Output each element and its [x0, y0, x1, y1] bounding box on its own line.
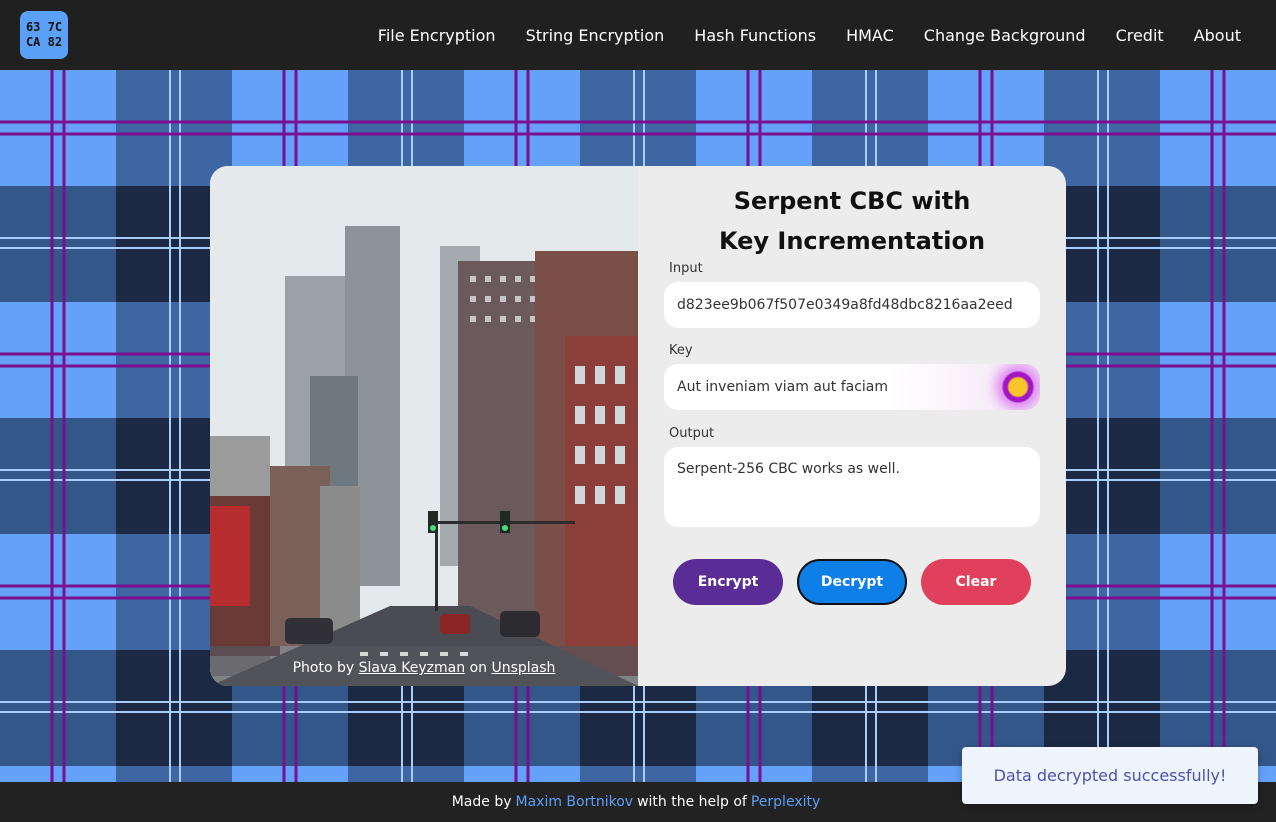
encryption-form: Serpent CBC with Key Incrementation Inpu… [638, 166, 1066, 686]
unsplash-link[interactable]: Unsplash [491, 660, 555, 676]
action-buttons: Encrypt Decrypt Clear [673, 559, 1031, 605]
footer-prefix: Made by [451, 794, 512, 810]
input-field[interactable]: d823ee9b067f507e0349a8fd48dbc8216aa2eed [664, 282, 1040, 328]
nav-hash-functions[interactable]: Hash Functions [694, 26, 816, 45]
form-title: Serpent CBC with Key Incrementation [664, 181, 1040, 261]
photo-credit: Photo by Slava Keyzman on Unsplash [210, 660, 638, 676]
nav-string-encryption[interactable]: String Encryption [526, 26, 665, 45]
author-link[interactable]: Maxim Bortnikov [516, 794, 634, 810]
encrypt-button[interactable]: Encrypt [673, 559, 783, 605]
nav-links: File Encryption String Encryption Hash F… [378, 0, 1241, 70]
photo-author-link[interactable]: Slava Keyzman [359, 660, 466, 676]
form-title-line-1: Serpent CBC with [733, 187, 971, 215]
nav-file-encryption[interactable]: File Encryption [378, 26, 496, 45]
nav-hmac[interactable]: HMAC [846, 26, 894, 45]
city-photo: Photo by Slava Keyzman on Unsplash [210, 166, 638, 686]
key-label: Key [669, 343, 693, 358]
nav-credit[interactable]: Credit [1116, 26, 1164, 45]
form-title-line-2: Key Incrementation [718, 227, 986, 255]
toast-message: Data decrypted successfully! [993, 766, 1227, 785]
photo-credit-middle: on [469, 660, 488, 676]
clear-button[interactable]: Clear [921, 559, 1031, 605]
cursor-glow-icon [1002, 371, 1034, 403]
city-illustration [210, 166, 638, 686]
footer-middle: with the help of [637, 794, 747, 810]
nav-change-background[interactable]: Change Background [924, 26, 1086, 45]
logo-line-2: CA 82 [25, 35, 63, 49]
app-logo[interactable]: 63 7C CA 82 [20, 11, 68, 59]
photo-credit-prefix: Photo by [292, 660, 355, 676]
key-value: Aut inveniam viam aut faciam [677, 379, 889, 395]
encryption-card: Photo by Slava Keyzman on Unsplash Serpe… [210, 166, 1066, 686]
logo-line-1: 63 7C [25, 20, 63, 34]
navbar: 63 7C CA 82 File Encryption String Encry… [0, 0, 1276, 70]
output-label: Output [669, 426, 715, 441]
toast-notification[interactable]: Data decrypted successfully! [962, 747, 1258, 804]
key-field[interactable]: Aut inveniam viam aut faciam [664, 364, 1040, 410]
perplexity-link[interactable]: Perplexity [751, 794, 820, 810]
nav-about[interactable]: About [1194, 26, 1241, 45]
output-field[interactable]: Serpent-256 CBC works as well. [664, 447, 1040, 527]
input-label: Input [669, 261, 703, 276]
decrypt-button[interactable]: Decrypt [797, 559, 907, 605]
